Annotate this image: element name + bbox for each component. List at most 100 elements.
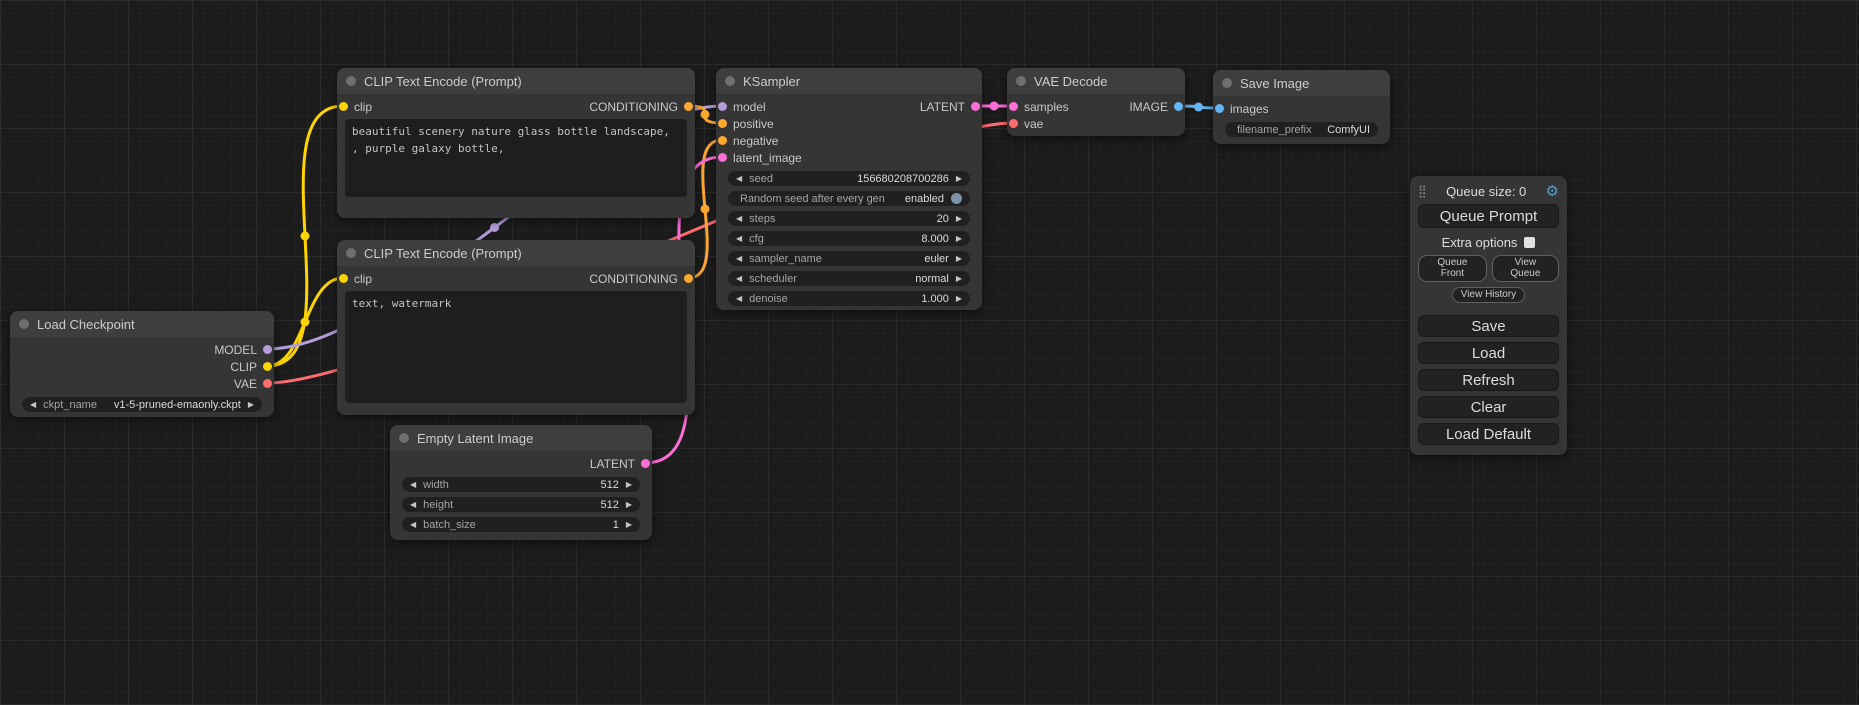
- arrow-right-icon[interactable]: ▶: [248, 400, 254, 409]
- node-vae-decode[interactable]: VAE Decode samples IMAGE vae: [1007, 68, 1185, 136]
- widget-scheduler[interactable]: ◀ scheduler normal ▶: [728, 271, 970, 286]
- clear-button[interactable]: Clear: [1418, 396, 1559, 418]
- toggle-knob-icon[interactable]: [951, 193, 962, 204]
- clip-port-icon[interactable]: [263, 362, 272, 371]
- conditioning-port-icon[interactable]: [684, 274, 693, 283]
- widget-sampler-name[interactable]: ◀ sampler_name euler ▶: [728, 251, 970, 266]
- extra-options-checkbox[interactable]: [1524, 237, 1535, 248]
- widget-denoise[interactable]: ◀ denoise 1.000 ▶: [728, 291, 970, 306]
- node-empty-latent-image[interactable]: Empty Latent Image LATENT ◀ width 512 ▶ …: [390, 425, 652, 540]
- widget-height[interactable]: ◀ height 512 ▶: [402, 497, 640, 512]
- image-port-icon[interactable]: [1174, 102, 1183, 111]
- widget-value[interactable]: v1-5-pruned-emaonly.ckpt: [114, 399, 241, 411]
- widget-cfg[interactable]: ◀ cfg 8.000 ▶: [728, 231, 970, 246]
- widget-value[interactable]: 1.000: [921, 293, 949, 305]
- node-title: KSampler: [743, 74, 800, 89]
- image-port-icon[interactable]: [1215, 104, 1224, 113]
- node-ksampler[interactable]: KSampler model LATENT positive negative …: [716, 68, 982, 310]
- widget-value[interactable]: 512: [600, 499, 618, 511]
- widget-ckpt-name[interactable]: ◀ ckpt_name v1-5-pruned-emaonly.ckpt ▶: [22, 397, 262, 412]
- load-button[interactable]: Load: [1418, 342, 1559, 364]
- vae-port-icon[interactable]: [263, 379, 272, 388]
- queue-front-button[interactable]: Queue Front: [1418, 255, 1487, 282]
- arrow-left-icon[interactable]: ◀: [736, 254, 742, 263]
- widget-width[interactable]: ◀ width 512 ▶: [402, 477, 640, 492]
- latent-port-icon[interactable]: [1009, 102, 1018, 111]
- conditioning-port-icon[interactable]: [718, 136, 727, 145]
- widget-value[interactable]: 512: [600, 479, 618, 491]
- conditioning-port-icon[interactable]: [684, 102, 693, 111]
- vae-port-icon[interactable]: [1009, 119, 1018, 128]
- widget-value[interactable]: 156680208700286: [857, 173, 949, 185]
- clip-port-icon[interactable]: [339, 102, 348, 111]
- arrow-left-icon[interactable]: ◀: [736, 294, 742, 303]
- collapse-dot-icon[interactable]: [1222, 78, 1232, 88]
- arrow-left-icon[interactable]: ◀: [736, 174, 742, 183]
- arrow-left-icon[interactable]: ◀: [736, 234, 742, 243]
- collapse-dot-icon[interactable]: [346, 76, 356, 86]
- arrow-left-icon[interactable]: ◀: [410, 520, 416, 529]
- drag-handle-icon[interactable]: ⣿: [1418, 184, 1427, 198]
- arrow-left-icon[interactable]: ◀: [736, 274, 742, 283]
- save-button[interactable]: Save: [1418, 315, 1559, 337]
- collapse-dot-icon[interactable]: [346, 248, 356, 258]
- arrow-right-icon[interactable]: ▶: [956, 254, 962, 263]
- arrow-right-icon[interactable]: ▶: [956, 214, 962, 223]
- widget-value[interactable]: 20: [937, 213, 949, 225]
- link-midpoint-negative-conditioning: [701, 205, 710, 214]
- node-title-bar[interactable]: Save Image: [1213, 70, 1390, 96]
- widget-value[interactable]: ComfyUI: [1327, 124, 1370, 136]
- widget-value[interactable]: 1: [613, 519, 619, 531]
- arrow-left-icon[interactable]: ◀: [30, 400, 36, 409]
- model-port-icon[interactable]: [718, 102, 727, 111]
- widget-batch-size[interactable]: ◀ batch_size 1 ▶: [402, 517, 640, 532]
- arrow-right-icon[interactable]: ▶: [956, 174, 962, 183]
- widget-value[interactable]: 8.000: [921, 233, 949, 245]
- node-title-bar[interactable]: CLIP Text Encode (Prompt): [337, 68, 695, 94]
- arrow-right-icon[interactable]: ▶: [626, 520, 632, 529]
- model-port-icon[interactable]: [263, 345, 272, 354]
- collapse-dot-icon[interactable]: [399, 433, 409, 443]
- collapse-dot-icon[interactable]: [19, 319, 29, 329]
- widget-filename-prefix[interactable]: filename_prefix ComfyUI: [1225, 122, 1378, 137]
- latent-port-icon[interactable]: [971, 102, 980, 111]
- node-title-bar[interactable]: VAE Decode: [1007, 68, 1185, 94]
- arrow-right-icon[interactable]: ▶: [956, 234, 962, 243]
- arrow-right-icon[interactable]: ▶: [626, 500, 632, 509]
- latent-port-icon[interactable]: [641, 459, 650, 468]
- node-clip-text-encode-positive[interactable]: CLIP Text Encode (Prompt) clip CONDITION…: [337, 68, 695, 218]
- collapse-dot-icon[interactable]: [1016, 76, 1026, 86]
- node-clip-text-encode-negative[interactable]: CLIP Text Encode (Prompt) clip CONDITION…: [337, 240, 695, 415]
- widget-seed[interactable]: ◀ seed 156680208700286 ▶: [728, 171, 970, 186]
- load-default-button[interactable]: Load Default: [1418, 423, 1559, 445]
- gear-icon[interactable]: ⚙: [1546, 182, 1559, 200]
- arrow-right-icon[interactable]: ▶: [626, 480, 632, 489]
- collapse-dot-icon[interactable]: [725, 76, 735, 86]
- prompt-text-input[interactable]: beautiful scenery nature glass bottle la…: [345, 119, 687, 197]
- clip-port-icon[interactable]: [339, 274, 348, 283]
- latent-port-icon[interactable]: [718, 153, 727, 162]
- node-title-bar[interactable]: Load Checkpoint: [10, 311, 274, 337]
- slot-label: LATENT: [590, 457, 635, 471]
- arrow-left-icon[interactable]: ◀: [736, 214, 742, 223]
- queue-prompt-button[interactable]: Queue Prompt: [1418, 204, 1559, 228]
- arrow-right-icon[interactable]: ▶: [956, 294, 962, 303]
- node-title-bar[interactable]: KSampler: [716, 68, 982, 94]
- refresh-button[interactable]: Refresh: [1418, 369, 1559, 391]
- arrow-left-icon[interactable]: ◀: [410, 480, 416, 489]
- widget-random-seed-toggle[interactable]: Random seed after every gen enabled: [728, 191, 970, 206]
- node-title-bar[interactable]: Empty Latent Image: [390, 425, 652, 451]
- widget-value[interactable]: normal: [915, 273, 949, 285]
- arrow-right-icon[interactable]: ▶: [956, 274, 962, 283]
- view-queue-button[interactable]: View Queue: [1492, 255, 1559, 282]
- widget-steps[interactable]: ◀ steps 20 ▶: [728, 211, 970, 226]
- prompt-text-input[interactable]: text, watermark: [345, 291, 687, 403]
- node-load-checkpoint[interactable]: Load Checkpoint MODEL CLIP VAE ◀ ckpt_na…: [10, 311, 274, 417]
- widget-value[interactable]: euler: [924, 253, 948, 265]
- arrow-left-icon[interactable]: ◀: [410, 500, 416, 509]
- node-title-bar[interactable]: CLIP Text Encode (Prompt): [337, 240, 695, 266]
- conditioning-port-icon[interactable]: [718, 119, 727, 128]
- node-save-image[interactable]: Save Image images filename_prefix ComfyU…: [1213, 70, 1390, 144]
- widget-value[interactable]: enabled: [905, 193, 944, 205]
- view-history-button[interactable]: View History: [1452, 287, 1525, 303]
